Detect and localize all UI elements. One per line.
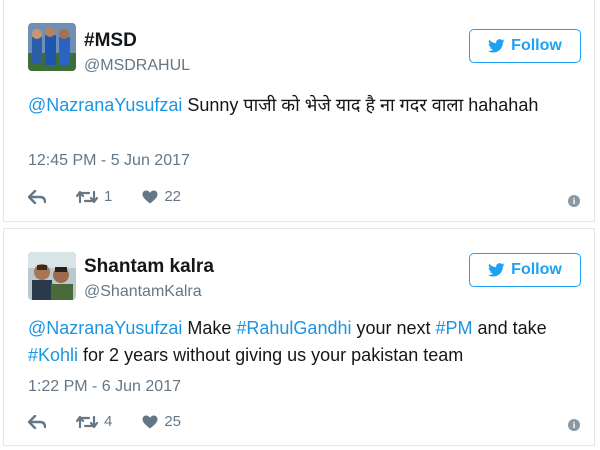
tweet-card: Shantam kalra @ShantamKalra Follow @Nazr… xyxy=(3,228,595,446)
tweet-text: @NazranaYusufzai Sunny पाजी को भेजे याद … xyxy=(28,92,570,119)
mention-link[interactable]: @NazranaYusufzai xyxy=(28,318,182,338)
info-icon[interactable]: i xyxy=(568,195,580,207)
tweet-text-segment: and take xyxy=(472,318,547,338)
tweet-text-segment: your next xyxy=(351,318,436,338)
twitter-bird-icon xyxy=(488,263,505,277)
follow-button[interactable]: Follow xyxy=(469,29,581,63)
timestamp[interactable]: 12:45 PM - 5 Jun 2017 xyxy=(28,152,190,170)
mention-link[interactable]: @NazranaYusufzai xyxy=(28,95,182,115)
reply-button[interactable] xyxy=(28,189,46,204)
reply-button[interactable] xyxy=(28,414,46,429)
like-count: 25 xyxy=(164,413,182,430)
tweet-text-segment: Sunny पाजी को भेजे याद है ना गदर वाला ha… xyxy=(182,95,539,115)
retweet-count: 1 xyxy=(104,188,113,205)
retweet-count: 4 xyxy=(104,413,113,430)
tweet-text-segment: Make xyxy=(182,318,237,338)
follow-label: Follow xyxy=(511,261,562,278)
twitter-bird-icon xyxy=(488,39,505,53)
like-button[interactable]: 25 xyxy=(142,413,181,430)
user-handle[interactable]: @MSDRAHUL xyxy=(84,57,190,75)
info-icon[interactable]: i xyxy=(568,419,580,431)
follow-button[interactable]: Follow xyxy=(469,253,581,287)
hashtag-link[interactable]: #RahulGandhi xyxy=(236,318,351,338)
heart-icon xyxy=(142,190,158,203)
avatar[interactable] xyxy=(28,23,76,71)
tweet-text: @NazranaYusufzai Make #RahulGandhi your … xyxy=(28,315,570,369)
like-count: 22 xyxy=(164,188,182,205)
tweet-card: #MSD @MSDRAHUL Follow @NazranaYusufzai S… xyxy=(3,0,595,222)
avatar[interactable] xyxy=(28,252,76,300)
reply-icon xyxy=(28,189,46,204)
display-name[interactable]: #MSD xyxy=(84,30,137,52)
user-handle[interactable]: @ShantamKalra xyxy=(84,283,202,301)
retweet-icon xyxy=(76,415,98,428)
tweet-actions: 4 25 xyxy=(28,413,211,430)
heart-icon xyxy=(142,415,158,428)
retweet-button[interactable]: 1 xyxy=(76,188,112,205)
timestamp[interactable]: 1:22 PM - 6 Jun 2017 xyxy=(28,378,181,396)
follow-label: Follow xyxy=(511,37,562,54)
hashtag-link[interactable]: #Kohli xyxy=(28,345,78,365)
tweet-text-segment: for 2 years without giving us your pakis… xyxy=(78,345,464,365)
reply-icon xyxy=(28,414,46,429)
hashtag-link[interactable]: #PM xyxy=(436,318,473,338)
retweet-button[interactable]: 4 xyxy=(76,413,112,430)
tweet-actions: 1 22 xyxy=(28,188,211,205)
display-name[interactable]: Shantam kalra xyxy=(84,256,214,278)
retweet-icon xyxy=(76,190,98,203)
like-button[interactable]: 22 xyxy=(142,188,181,205)
